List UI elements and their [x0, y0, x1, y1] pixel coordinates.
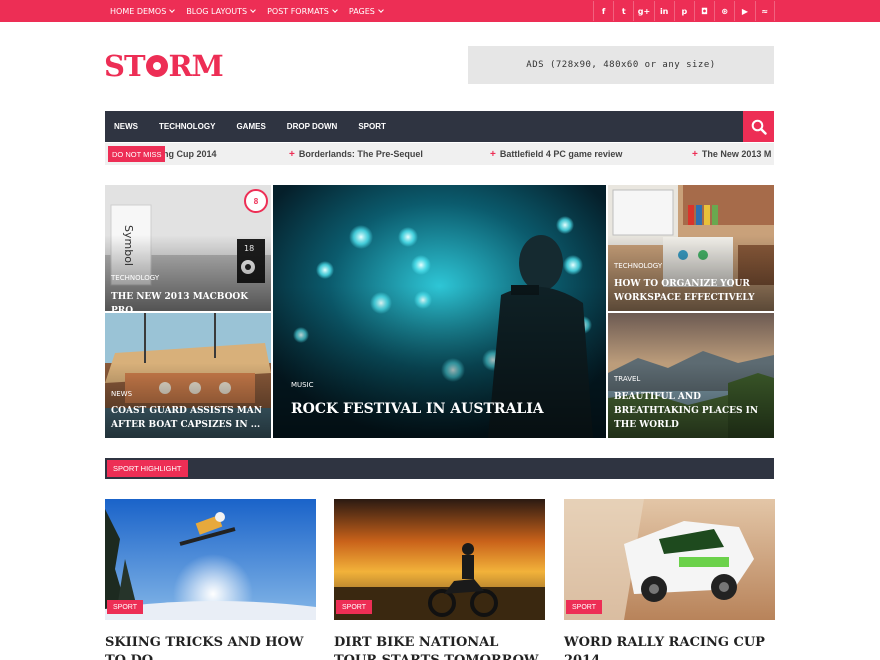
- ticker-item[interactable]: + Borderlands: The Pre-Sequel: [289, 143, 423, 165]
- section-header: SPORT HIGHLIGHT: [105, 458, 774, 479]
- ticker-item-text: Battlefield 4 PC game review: [499, 149, 623, 159]
- chevron-down-icon: [169, 6, 176, 13]
- logo-text-right: RM: [168, 49, 224, 83]
- post-category-badge[interactable]: SPORT: [336, 600, 372, 614]
- top-menu-label: PAGES: [348, 6, 375, 16]
- post-thumbnail-rally[interactable]: SPORT: [564, 499, 775, 620]
- bullet-icon: +: [490, 148, 496, 160]
- nav-item-games[interactable]: GAMES: [236, 122, 265, 131]
- instagram-icon[interactable]: ◘: [693, 1, 714, 21]
- post-category-badge[interactable]: SPORT: [566, 600, 602, 614]
- post-title[interactable]: HOW TO ORGANIZE YOUR WORKSPACE EFFECTIVE…: [614, 277, 772, 305]
- top-menu-home-demos[interactable]: HOME DEMOS: [110, 6, 176, 16]
- ticker-badge: DO NOT MISS: [108, 146, 166, 162]
- comment-count-badge[interactable]: 8: [244, 189, 268, 213]
- post-thumbnail-dirt-bike[interactable]: SPORT: [334, 499, 545, 620]
- post-title[interactable]: WORD RALLY RACING CUP 2014: [564, 634, 775, 660]
- pinterest-icon[interactable]: p: [673, 1, 694, 21]
- post-title[interactable]: ROCK FESTIVAL IN AUSTRALIA: [291, 400, 591, 418]
- dribbble-icon[interactable]: ⊛: [714, 1, 734, 21]
- top-menu-blog-layouts[interactable]: BLOG LAYOUTS: [186, 6, 256, 16]
- featured-post-workspace[interactable]: TECHNOLOGY HOW TO ORGANIZE YOUR WORKSPAC…: [608, 185, 774, 311]
- section-title[interactable]: SPORT HIGHLIGHT: [107, 460, 188, 477]
- bullet-icon: +: [289, 148, 295, 160]
- ad-banner[interactable]: ADS (728x90, 480x60 or any size): [468, 46, 774, 84]
- rss-icon[interactable]: ≈: [754, 1, 775, 21]
- featured-post-travel[interactable]: TRAVEL BEAUTIFUL AND BREATHTAKING PLACES…: [608, 313, 774, 438]
- top-menu-pages[interactable]: PAGES: [348, 6, 384, 16]
- ticker-item-text: ng Cup 2014: [163, 149, 217, 159]
- search-icon: [751, 119, 767, 135]
- featured-post-rock-festival[interactable]: MUSIC ROCK FESTIVAL IN AUSTRALIA: [273, 185, 606, 438]
- ad-text: ADS (728x90, 480x60 or any size): [526, 60, 716, 70]
- post-title[interactable]: THE NEW 2013 MACBOOK PRO: [111, 290, 271, 311]
- ticker-item[interactable]: + Battlefield 4 PC game review: [490, 143, 622, 165]
- post-title[interactable]: DIRT BIKE NATIONAL TOUR STARTS TOMORROW: [334, 634, 545, 660]
- nav-item-sport[interactable]: SPORT: [358, 122, 386, 131]
- ticker-item[interactable]: ng Cup 2014: [163, 143, 217, 165]
- bullet-icon: +: [692, 148, 698, 160]
- post-category[interactable]: TECHNOLOGY: [111, 274, 159, 282]
- post-category[interactable]: TECHNOLOGY: [614, 262, 662, 270]
- nav-item-drop-down[interactable]: DROP DOWN: [287, 122, 338, 131]
- top-menu-post-formats[interactable]: POST FORMATS: [267, 6, 338, 16]
- chevron-down-icon: [250, 6, 256, 13]
- featured-post-boat[interactable]: NEWS COAST GUARD ASSISTS MAN AFTER BOAT …: [105, 313, 271, 438]
- top-menu-label: POST FORMATS: [267, 6, 329, 16]
- google-plus-icon[interactable]: g+: [633, 1, 653, 21]
- post-category[interactable]: TRAVEL: [614, 375, 640, 383]
- facebook-icon[interactable]: f: [593, 1, 613, 21]
- chevron-down-icon: [332, 6, 338, 13]
- youtube-icon[interactable]: ▶: [734, 1, 754, 21]
- top-bar: HOME DEMOS BLOG LAYOUTS POST FORMATS PAG…: [0, 0, 880, 22]
- search-button[interactable]: [743, 111, 774, 142]
- chevron-down-icon: [378, 6, 384, 13]
- social-links: f t g+ in p ◘ ⊛ ▶ ≈: [593, 1, 775, 21]
- linkedin-icon[interactable]: in: [653, 1, 674, 21]
- ticker-item-text: Borderlands: The Pre-Sequel: [298, 149, 423, 159]
- nav-item-news[interactable]: NEWS: [114, 122, 138, 131]
- news-ticker: DO NOT MISS ng Cup 2014 + Borderlands: Th…: [105, 143, 774, 165]
- post-thumbnail-skiing[interactable]: SPORT: [105, 499, 316, 620]
- twitter-icon[interactable]: t: [613, 1, 633, 21]
- post-category[interactable]: MUSIC: [291, 381, 314, 389]
- post-category-badge[interactable]: SPORT: [107, 600, 143, 614]
- ticker-item-text: The New 2013 M: [701, 149, 772, 159]
- ticker-item[interactable]: + The New 2013 M: [692, 143, 771, 165]
- post-title[interactable]: COAST GUARD ASSISTS MAN AFTER BOAT CAPSI…: [111, 404, 269, 432]
- logo-o-icon: [145, 55, 168, 77]
- main-nav: NEWS TECHNOLOGY GAMES DROP DOWN SPORT: [105, 111, 774, 142]
- logo-text-left: ST: [104, 49, 146, 83]
- top-menu-label: HOME DEMOS: [110, 6, 167, 16]
- top-menu: HOME DEMOS BLOG LAYOUTS POST FORMATS PAG…: [110, 0, 395, 22]
- site-logo[interactable]: ST RM: [104, 49, 224, 83]
- post-category[interactable]: NEWS: [111, 390, 132, 398]
- post-title[interactable]: SKIING TRICKS AND HOW TO DO: [105, 634, 316, 660]
- top-menu-label: BLOG LAYOUTS: [186, 6, 248, 16]
- post-title[interactable]: BEAUTIFUL AND BREATHTAKING PLACES IN THE…: [614, 390, 764, 432]
- nav-item-technology[interactable]: TECHNOLOGY: [159, 122, 215, 131]
